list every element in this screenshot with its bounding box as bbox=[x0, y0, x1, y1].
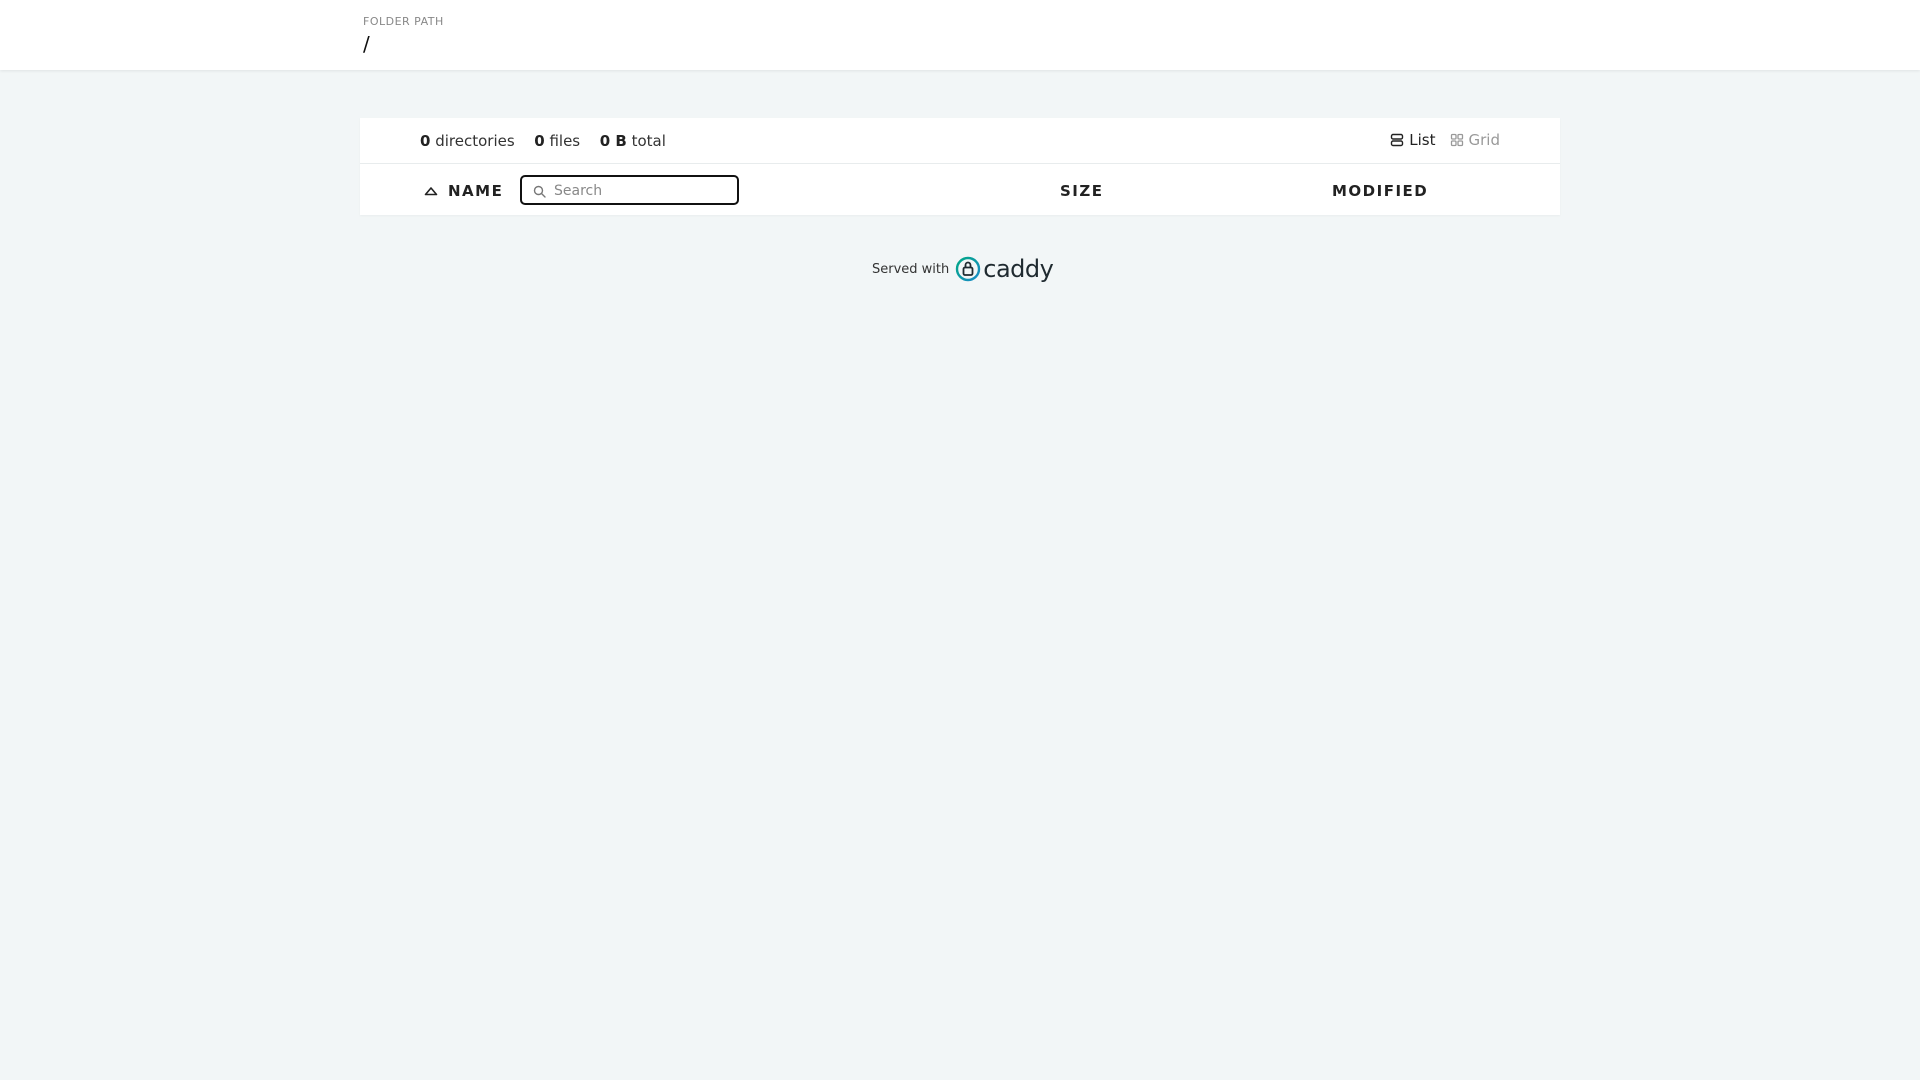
search-input[interactable] bbox=[554, 181, 734, 201]
search-box[interactable] bbox=[520, 175, 739, 205]
served-with-label: Served with bbox=[872, 261, 950, 277]
caddy-logo[interactable]: caddy bbox=[955, 255, 1054, 283]
list-view-button[interactable]: List bbox=[1390, 131, 1436, 149]
caddy-lock-icon bbox=[956, 256, 981, 282]
name-column-label: NAME bbox=[448, 182, 504, 200]
size-column-header[interactable]: SIZE bbox=[1060, 182, 1104, 200]
directories-count: 0 bbox=[420, 132, 431, 150]
listing-card: 0 directories 0 files 0 B total List Gri… bbox=[360, 118, 1560, 215]
modified-column-header[interactable]: MODIFIED bbox=[1332, 182, 1428, 200]
total-size: 0 B bbox=[599, 132, 627, 150]
summary-row: 0 directories 0 files 0 B total List Gri… bbox=[360, 118, 1560, 164]
listing-summary: 0 directories 0 files 0 B total bbox=[420, 132, 666, 150]
directories-label: directories bbox=[435, 132, 515, 150]
sort-ascending-icon bbox=[424, 187, 438, 196]
search-icon bbox=[533, 185, 546, 198]
page-footer: Served with caddy bbox=[872, 255, 1054, 283]
grid-view-label: Grid bbox=[1468, 131, 1500, 149]
list-view-label: List bbox=[1409, 131, 1436, 149]
caddy-wordmark: caddy bbox=[983, 255, 1054, 283]
table-header-row: NAME SIZE MODIFIED bbox=[360, 164, 1560, 215]
files-count: 0 bbox=[534, 132, 545, 150]
view-toggle: List Grid bbox=[1390, 131, 1500, 149]
files-label: files bbox=[549, 132, 581, 150]
total-label: total bbox=[631, 132, 666, 150]
grid-icon bbox=[1450, 133, 1463, 147]
name-column-header[interactable]: NAME bbox=[424, 182, 503, 200]
folder-path[interactable]: / bbox=[363, 32, 370, 56]
folder-path-label: FOLDER PATH bbox=[363, 15, 444, 28]
page-header: FOLDER PATH / bbox=[0, 0, 1920, 70]
grid-view-button[interactable]: Grid bbox=[1450, 131, 1500, 149]
list-icon bbox=[1391, 133, 1404, 147]
